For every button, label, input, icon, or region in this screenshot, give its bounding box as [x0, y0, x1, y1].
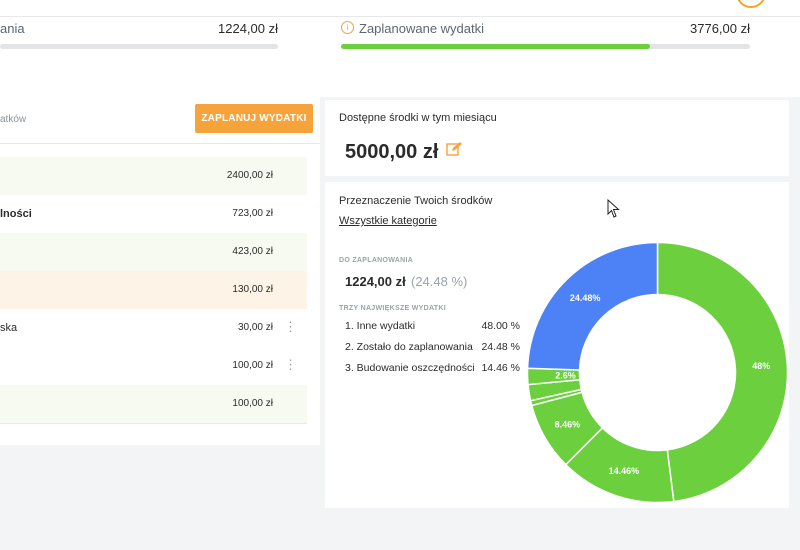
donut-slice[interactable] [526, 241, 659, 371]
edit-icon[interactable] [446, 141, 463, 157]
to-plan-amount: 1224,00 zł [345, 274, 406, 289]
to-plan-label: DO ZAPLANOWANIA [339, 257, 414, 264]
donut-slice-label: 8.46% [555, 419, 581, 429]
available-funds-label: Dostępne środki w tym miesiącu [339, 112, 497, 124]
donut-slice-label: 14.46% [609, 466, 640, 476]
expense-row[interactable]: 2400,00 zł [0, 157, 307, 196]
planned-expenses-label: Zaplanowane wydatki [359, 21, 485, 36]
allocation-donut-chart: 48% 14.46% 8.46% 2.6% 24.48% [526, 241, 789, 504]
expense-amount: 423,00 zł [232, 246, 273, 257]
expense-row[interactable]: 423,00 zł [0, 233, 307, 272]
expense-amount: 130,00 zł [232, 284, 273, 295]
expense-amount: 100,00 zł [232, 360, 273, 371]
to-plan-percent: (24.48 %) [411, 274, 468, 289]
donut-slice-label: 24.48% [570, 293, 601, 303]
expense-amount: 30,00 zł [237, 322, 273, 333]
planned-expenses-amount: 3776,00 zł [690, 21, 750, 36]
all-categories-link[interactable]: Wszystkie kategorie [339, 215, 437, 227]
expense-amount: 723,00 zł [232, 208, 273, 219]
summary-left-label: ania [0, 21, 25, 36]
top-bar [0, 0, 800, 17]
top3-item-name: 2. Zostało do zaplanowania [345, 341, 473, 353]
expense-row[interactable]: lności 723,00 zł [0, 195, 307, 234]
expense-row[interactable]: 130,00 zł [0, 271, 307, 310]
expense-name: lności [0, 208, 32, 220]
divider [0, 143, 320, 144]
kebab-menu-icon[interactable]: ⋮ [284, 347, 297, 383]
top3-item-percent: 24.48 % [481, 341, 520, 353]
expense-row[interactable]: ska 30,00 zł ⋮ [0, 309, 307, 348]
top3-item-name: 3. Budowanie oszczędności [345, 362, 475, 374]
summary-left-amount: 1224,00 zł [218, 21, 278, 36]
cursor-icon [607, 199, 620, 218]
info-circle-icon: i [341, 21, 354, 34]
summary-left-progress [0, 44, 278, 49]
top3-item-percent: 14.46 % [481, 362, 520, 374]
expense-amount: 2400,00 zł [226, 170, 273, 181]
expenses-header-label: atków [0, 114, 27, 125]
expense-name: ska [0, 322, 18, 334]
planned-expenses-progress-fill [341, 44, 650, 49]
donut-slice-label: 48% [752, 361, 770, 371]
donut-slice-label: 2.6% [555, 370, 576, 380]
kebab-menu-icon[interactable]: ⋮ [284, 309, 297, 345]
available-funds-amount: 5000,00 zł [345, 141, 439, 163]
donut-slice[interactable] [656, 241, 789, 503]
expense-row[interactable]: 100,00 zł ⋮ [0, 347, 307, 386]
allocation-title: Przeznaczenie Twoich środków [339, 195, 493, 207]
top3-item-percent: 48.00 % [481, 320, 520, 332]
expense-row[interactable]: 100,00 zł [0, 385, 307, 424]
plan-expenses-button[interactable]: ZAPLANUJ WYDATKI [195, 104, 313, 133]
expense-amount: 100,00 zł [232, 398, 273, 409]
planned-expenses-progress [341, 44, 750, 49]
top3-item-name: 1. Inne wydatki [345, 320, 416, 332]
top3-label: TRZY NAJWIĘKSZE WYDATKI [339, 305, 446, 312]
